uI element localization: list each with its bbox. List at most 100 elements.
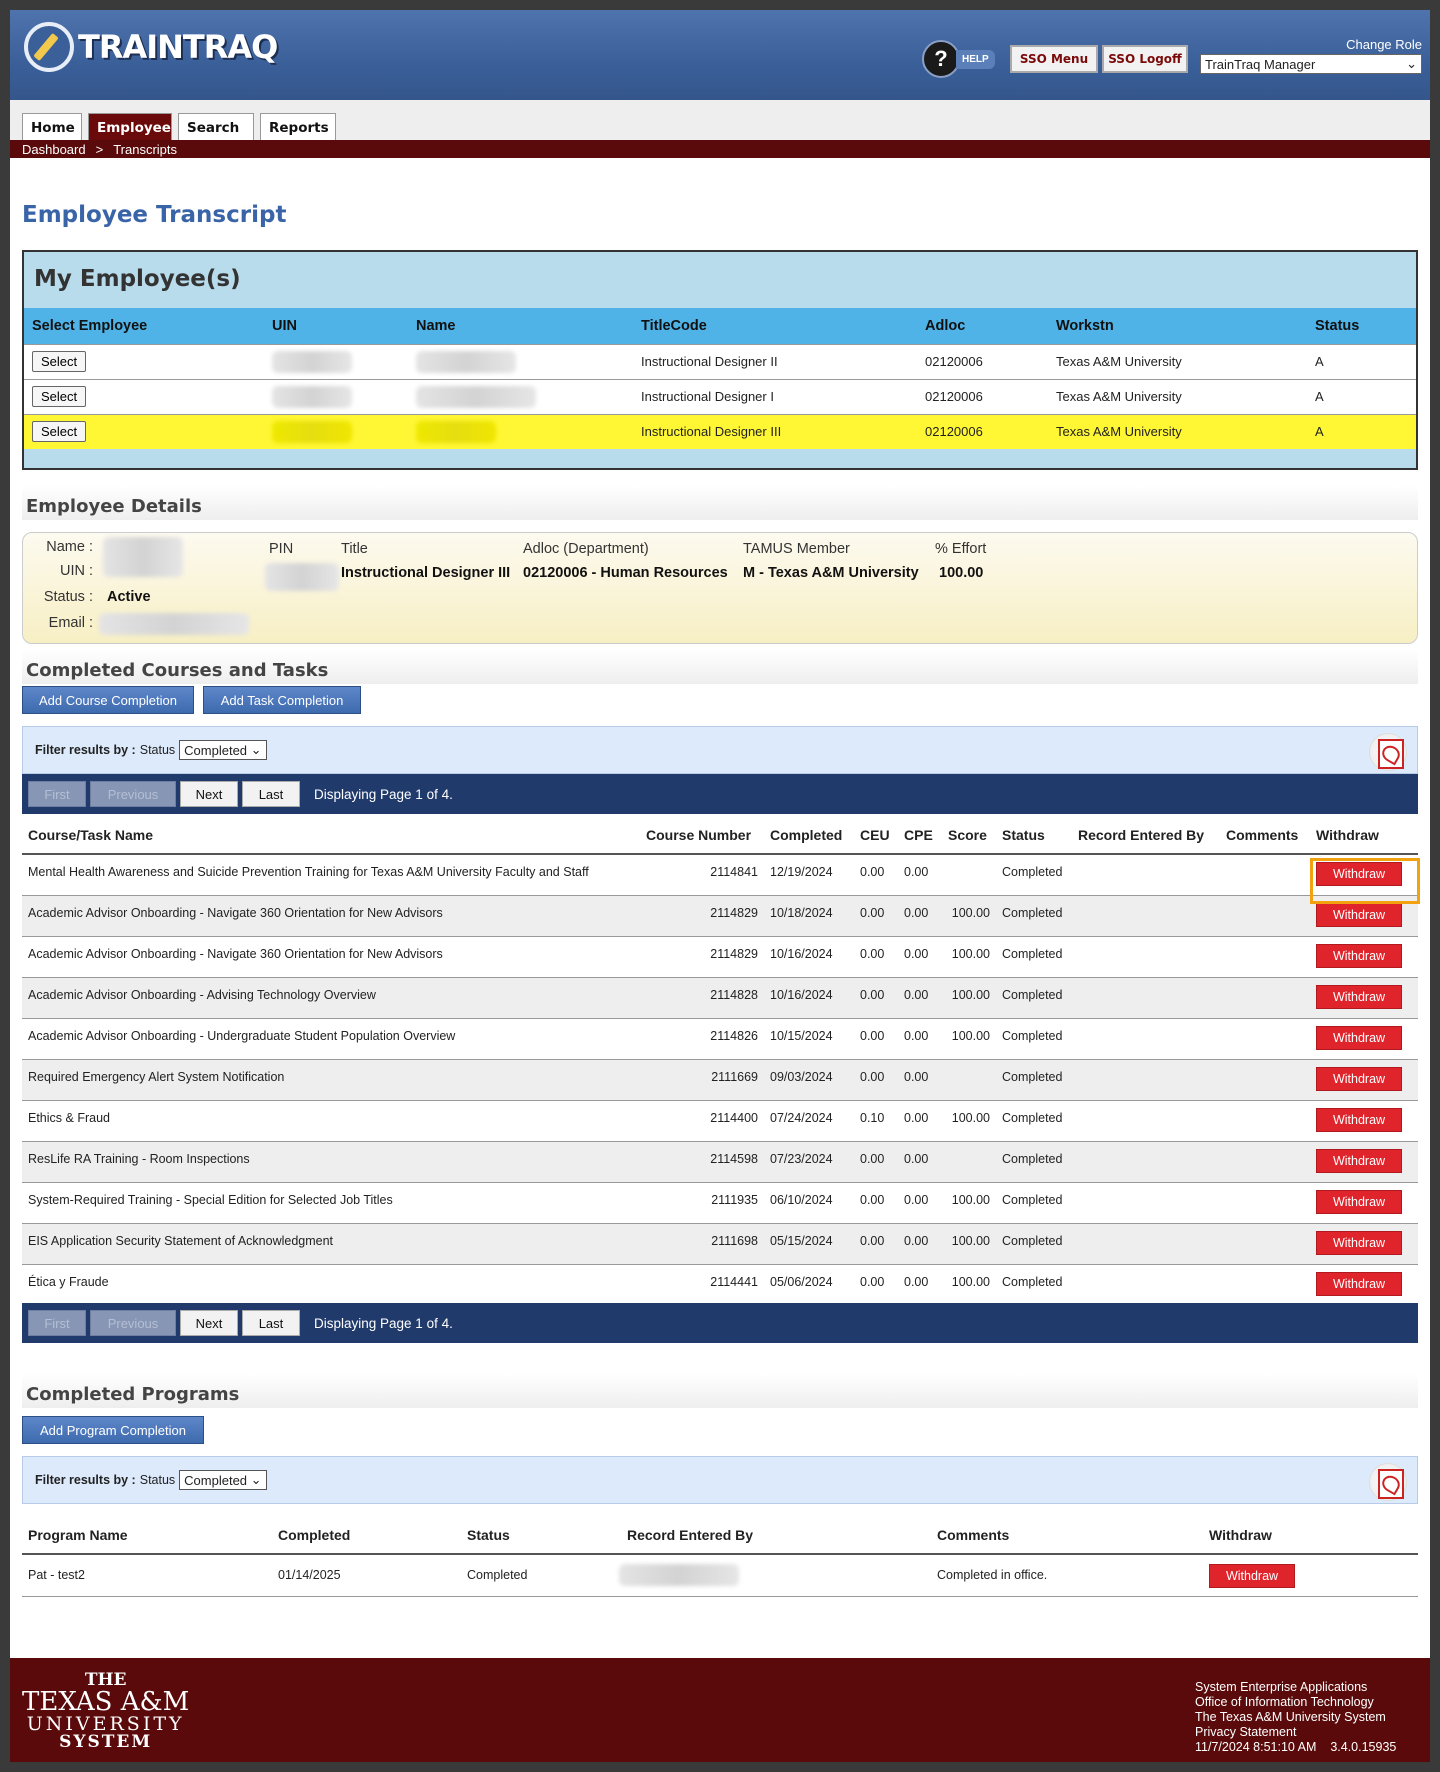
select-employee-button[interactable]: Select (32, 421, 87, 443)
name-redacted (103, 537, 183, 577)
col-select-employee: Select Employee (24, 308, 264, 344)
tab-home[interactable]: Home (22, 113, 82, 141)
pager-previous-button[interactable]: Previous (90, 781, 176, 807)
footer-line-system[interactable]: The Texas A&M University System (1195, 1710, 1396, 1725)
withdraw-course-button[interactable]: Withdraw (1316, 1271, 1402, 1296)
withdraw-course-button[interactable]: Withdraw (1316, 1148, 1402, 1173)
withdraw-course-button[interactable]: Withdraw (1316, 1189, 1402, 1214)
name-redacted (416, 385, 536, 408)
status-filter-select[interactable]: Completed ⌄ (179, 740, 267, 760)
col-course-name: Course/Task Name (22, 816, 640, 855)
add-program-completion-button[interactable]: Add Program Completion (22, 1416, 204, 1444)
program-name: Pat - test2 (22, 1554, 272, 1597)
pager-last-button[interactable]: Last (242, 1310, 300, 1336)
course-completed: 05/15/2024 (764, 1223, 854, 1265)
col-name: Name (408, 308, 633, 344)
course-score (942, 1141, 996, 1183)
pencil-logo-icon (24, 22, 74, 72)
col-cpe: CPE (898, 816, 942, 855)
pdf-export-icon[interactable] (1369, 1463, 1407, 1501)
course-ceu: 0.00 (854, 1141, 898, 1183)
sso-menu-button[interactable]: SSO Menu (1010, 45, 1098, 73)
course-ceu: 0.00 (854, 977, 898, 1019)
col-adloc: Adloc (917, 308, 1048, 344)
footer-line-oit[interactable]: Office of Information Technology (1195, 1695, 1396, 1710)
top-header: TRAINTRAQ ? HELP SSO Menu SSO Logoff Cha… (10, 10, 1430, 100)
col-record-entered-by: Record Entered By (1072, 816, 1220, 855)
course-number: 2114829 (640, 936, 764, 978)
traintraq-logo[interactable]: TRAINTRAQ (24, 22, 278, 72)
adloc-value: 02120006 - Human Resources (523, 565, 728, 581)
course-name: Mental Health Awareness and Suicide Prev… (22, 854, 640, 896)
course-number: 2111935 (640, 1182, 764, 1224)
employee-adloc: 02120006 (917, 378, 1048, 414)
select-employee-button[interactable]: Select (32, 386, 87, 407)
pager-previous-button[interactable]: Previous (90, 1310, 176, 1336)
title-label: Title (341, 541, 368, 557)
employee-details-heading: Employee Details (22, 486, 1418, 520)
filter-field: Status (139, 1473, 176, 1487)
add-task-completion-button[interactable]: Add Task Completion (203, 686, 361, 714)
withdraw-focus-highlight (1310, 858, 1420, 904)
col-course-number: Course Number (640, 816, 764, 855)
pager-first-button[interactable]: First (28, 1310, 86, 1336)
employee-row-selected: Select Instructional Designer III 021200… (24, 413, 1416, 449)
sso-logoff-button[interactable]: SSO Logoff (1102, 45, 1188, 73)
course-entered-by (1072, 977, 1220, 1019)
col-withdraw: Withdraw (1310, 816, 1418, 855)
course-score: 100.00 (942, 1018, 996, 1060)
tamus-logo[interactable]: THE TEXAS A&M UNIVERSITY SYSTEM (22, 1672, 189, 1751)
footer-info: System Enterprise Applications Office of… (1195, 1680, 1396, 1755)
withdraw-course-button[interactable]: Withdraw (1316, 1025, 1402, 1050)
help-button[interactable]: ? HELP (922, 40, 995, 78)
tab-reports[interactable]: Reports (260, 113, 336, 141)
course-cpe: 0.00 (898, 1100, 942, 1142)
withdraw-program-button[interactable]: Withdraw (1209, 1564, 1295, 1589)
add-course-completion-button[interactable]: Add Course Completion (22, 686, 194, 714)
course-score (942, 1059, 996, 1101)
footer-line-sea[interactable]: System Enterprise Applications (1195, 1680, 1396, 1695)
col-withdraw: Withdraw (1203, 1516, 1418, 1555)
course-cpe: 0.00 (898, 1223, 942, 1265)
course-comments (1220, 1059, 1310, 1101)
course-comments (1220, 895, 1310, 937)
course-completed: 12/19/2024 (764, 854, 854, 896)
uin-redacted (272, 385, 352, 408)
breadcrumb-transcripts[interactable]: Transcripts (113, 142, 177, 157)
select-employee-button[interactable]: Select (32, 351, 87, 372)
page-title: Employee Transcript (22, 202, 287, 228)
pager-last-button[interactable]: Last (242, 781, 300, 807)
pager-next-button[interactable]: Next (180, 1310, 238, 1336)
withdraw-course-button[interactable]: Withdraw (1316, 943, 1402, 968)
course-row: System-Required Training - Special Editi… (22, 1182, 1418, 1224)
course-entered-by (1072, 1182, 1220, 1224)
course-ceu: 0.00 (854, 1182, 898, 1224)
pager-next-button[interactable]: Next (180, 781, 238, 807)
privacy-statement-link[interactable]: Privacy Statement (1195, 1725, 1396, 1740)
tab-employee[interactable]: Employee (88, 113, 172, 141)
employee-status: A (1307, 343, 1416, 379)
tab-search[interactable]: Search (178, 113, 254, 141)
course-number: 2111669 (640, 1059, 764, 1101)
withdraw-course-button[interactable]: Withdraw (1316, 984, 1402, 1009)
course-status: Completed (996, 977, 1072, 1019)
course-completed: 07/23/2024 (764, 1141, 854, 1183)
withdraw-course-button[interactable]: Withdraw (1316, 1066, 1402, 1091)
course-completed: 10/15/2024 (764, 1018, 854, 1060)
course-comments (1220, 977, 1310, 1019)
course-withdraw-cell: Withdraw (1310, 1141, 1418, 1183)
course-completed: 10/18/2024 (764, 895, 854, 937)
role-select[interactable]: TrainTraq Manager ⌄ (1200, 54, 1422, 74)
withdraw-course-button[interactable]: Withdraw (1316, 1230, 1402, 1255)
withdraw-course-button[interactable]: Withdraw (1316, 1107, 1402, 1132)
pdf-export-icon[interactable] (1369, 733, 1407, 771)
withdraw-course-button[interactable]: Withdraw (1316, 902, 1402, 927)
course-comments (1220, 1141, 1310, 1183)
program-status-filter-select[interactable]: Completed ⌄ (179, 1470, 267, 1490)
course-row: EIS Application Security Statement of Ac… (22, 1223, 1418, 1265)
course-completed: 09/03/2024 (764, 1059, 854, 1101)
breadcrumb-dashboard[interactable]: Dashboard (22, 142, 86, 157)
col-ceu: CEU (854, 816, 898, 855)
course-cpe: 0.00 (898, 895, 942, 937)
pager-first-button[interactable]: First (28, 781, 86, 807)
